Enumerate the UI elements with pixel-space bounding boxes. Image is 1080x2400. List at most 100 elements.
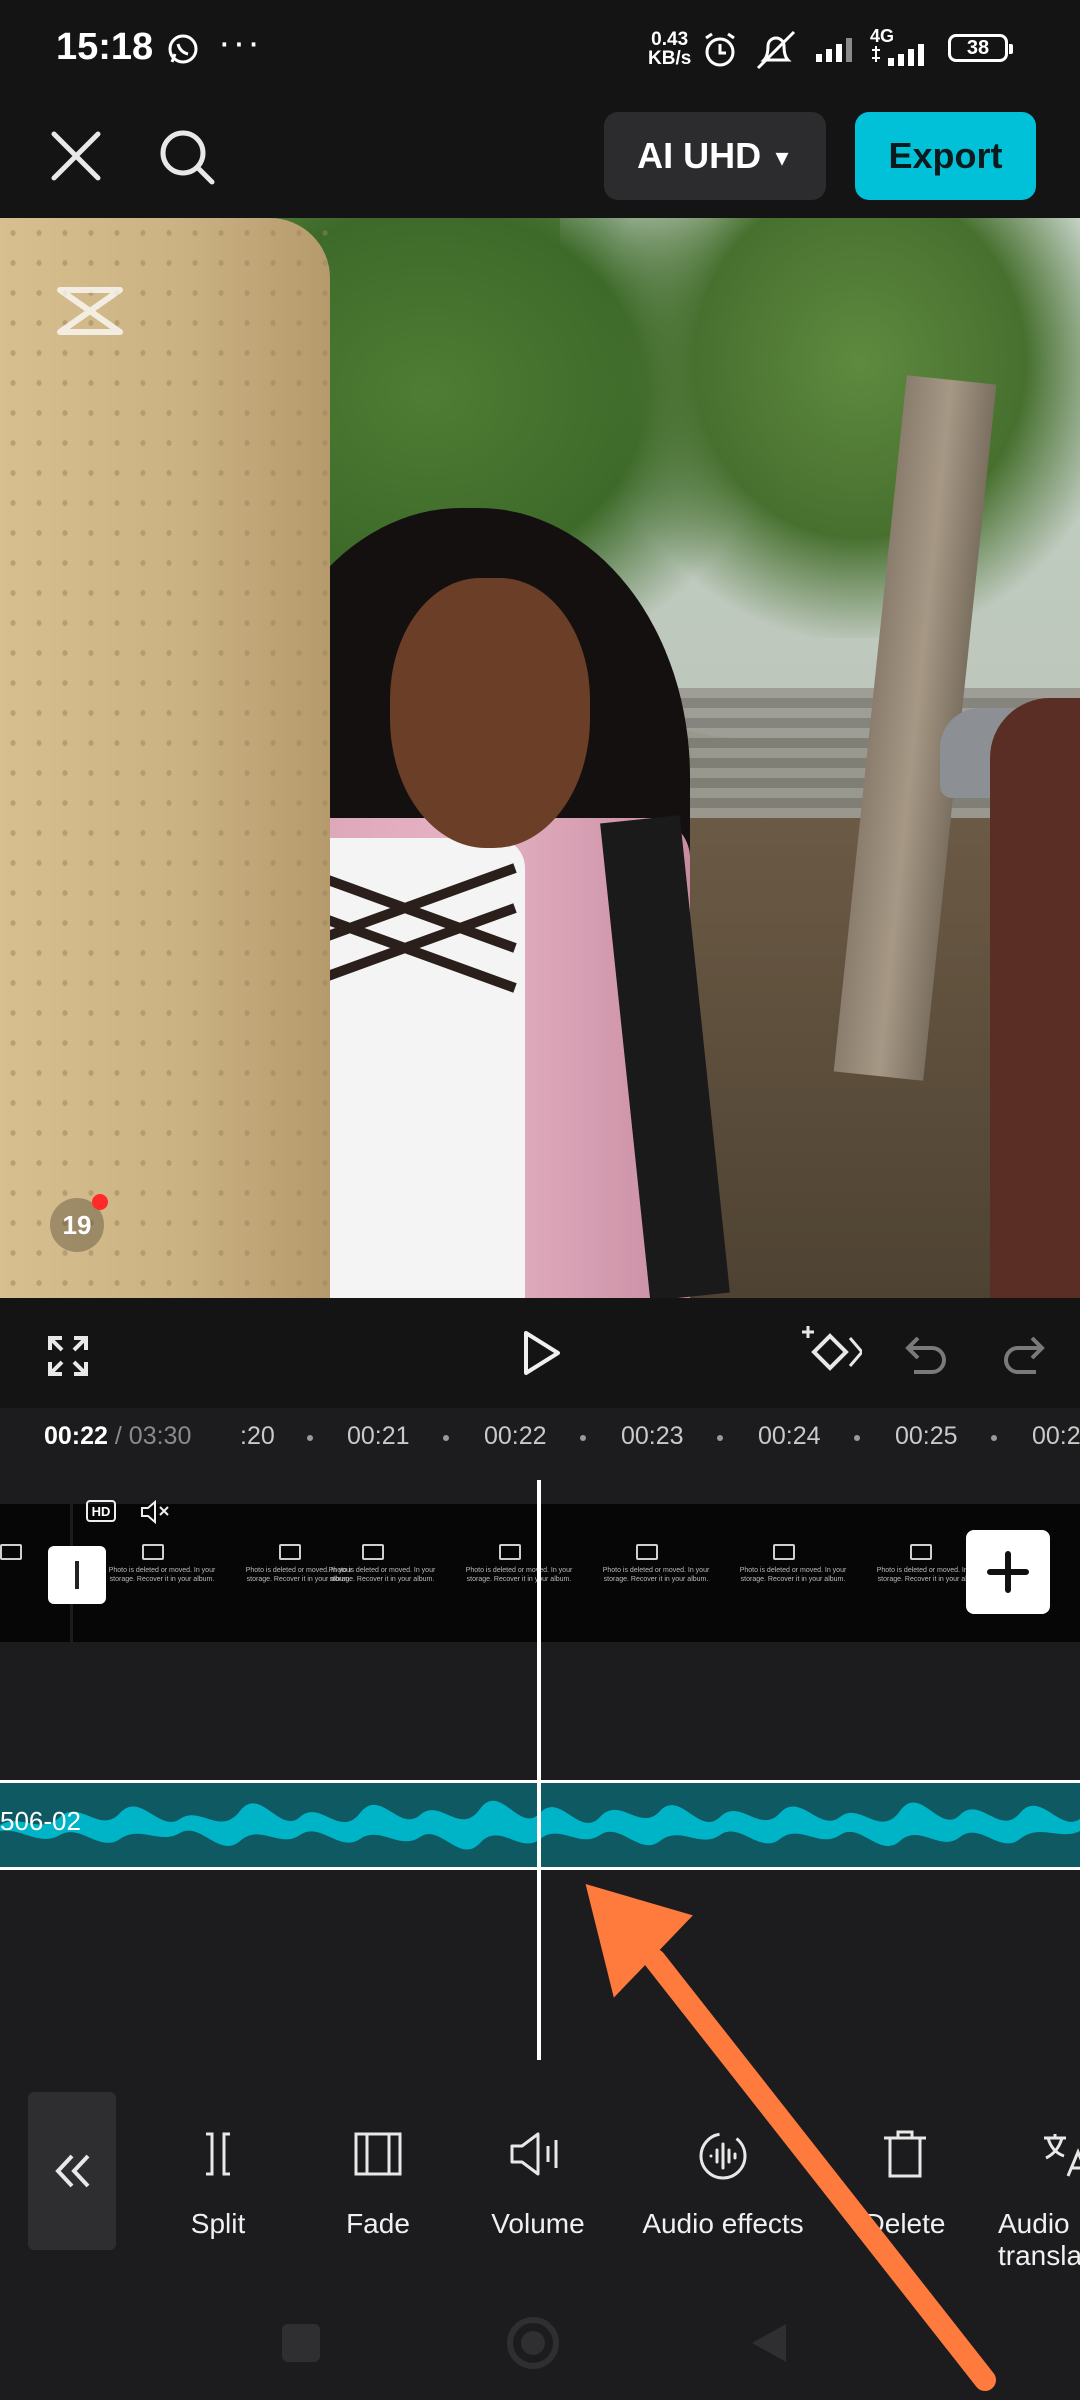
- search-button[interactable]: [152, 122, 222, 192]
- back-button[interactable]: [748, 2320, 790, 2366]
- home-icon: [507, 2317, 559, 2369]
- fullscreen-icon: [48, 1336, 88, 1376]
- back-triangle-icon: [752, 2324, 786, 2362]
- plus-icon: [987, 1551, 1029, 1593]
- notification-dot: [92, 1194, 108, 1210]
- home-button[interactable]: [506, 2316, 560, 2370]
- tool-label: Fade: [346, 2208, 410, 2239]
- redo-button[interactable]: [1000, 1332, 1046, 1381]
- ruler-tick: 00:24: [758, 1422, 821, 1450]
- audio-clip-label: 506-02: [0, 1806, 81, 1836]
- missing-media-icon: [142, 1544, 164, 1560]
- tool-label: Volume: [491, 2208, 585, 2239]
- editor-toolbar: AI UHD ▼ Export: [0, 100, 1080, 218]
- search-icon: [160, 130, 215, 185]
- missing-media-caption: Photo is deleted or moved. In your stora…: [108, 1567, 216, 1583]
- redo-icon: [1004, 1336, 1045, 1374]
- ruler-tick: 00:23: [621, 1422, 684, 1450]
- missing-media-caption: Photo is deleted or moved. In your stora…: [328, 1567, 436, 1583]
- ruler-dot: [854, 1435, 860, 1441]
- capcut-logo-icon: [54, 280, 126, 342]
- missing-media-icon: [636, 1544, 658, 1560]
- signal-strength-icon-1: [814, 34, 860, 67]
- network-speed-value: 0.43: [651, 29, 689, 50]
- hd-badge: HD: [86, 1500, 116, 1522]
- missing-media-icon: [910, 1544, 932, 1560]
- ruler-tick: 00:21: [347, 1422, 410, 1450]
- preview-pillar-texture: [0, 218, 330, 1298]
- video-frame: Photo is deleted or moved. In your stora…: [740, 1544, 846, 1604]
- delete-icon: [884, 2130, 926, 2178]
- more-notifications-icon: ···: [218, 22, 262, 64]
- missing-media-icon: [362, 1544, 384, 1560]
- video-frame: Photo is deleted or moved. In your stora…: [466, 1544, 572, 1604]
- recent-apps-button[interactable]: [282, 2324, 320, 2362]
- audio-effects-icon: [699, 2132, 747, 2180]
- add-clip-button[interactable]: [966, 1530, 1050, 1614]
- system-navigation-bar: [0, 2278, 1080, 2400]
- resolution-dropdown[interactable]: AI UHD ▼: [604, 112, 826, 200]
- status-bar: 15:18 ··· 0.43 KB/s 4G 38: [0, 0, 1080, 100]
- clip-muted-icon: [140, 1499, 172, 1529]
- double-chevron-left-icon: [55, 2154, 90, 2188]
- preview-tree-canopy-right: [600, 218, 1080, 638]
- ruler-tick: 00:22: [484, 1422, 547, 1450]
- keyframe-button[interactable]: [800, 1324, 864, 1385]
- tool-label: Audio translate: [998, 2208, 1080, 2271]
- total-duration: / 03:30: [114, 1422, 192, 1450]
- alarm-icon: [700, 30, 740, 75]
- whatsapp-icon: [166, 32, 200, 71]
- ruler-dot: [307, 1435, 313, 1441]
- video-frame: Photo is deleted or moved. In your stora…: [329, 1544, 435, 1604]
- video-frame: Photo is deleted or moved. In your stora…: [109, 1544, 215, 1604]
- do-not-disturb-icon: [752, 28, 800, 77]
- play-button[interactable]: [518, 1328, 564, 1383]
- playhead[interactable]: [537, 1480, 541, 2060]
- timeline-panel[interactable]: 00:22 / 03:30 :20 00:21 00:22 00:23 00:2…: [0, 1408, 1080, 2078]
- undo-button[interactable]: [904, 1332, 950, 1381]
- missing-media-caption: Photo is deleted or moved. In your stora…: [739, 1567, 847, 1583]
- missing-media-caption: Photo is deleted or moved. In your stora…: [602, 1567, 710, 1583]
- status-time: 15:18: [56, 26, 154, 68]
- ruler-dot: [580, 1435, 586, 1441]
- ruler-tick: :20: [240, 1422, 275, 1450]
- volume-icon: [510, 2132, 558, 2176]
- current-time: 00:22 / 03:30: [44, 1422, 191, 1451]
- video-frame: Photo is deleted or moved. In your stora…: [877, 1544, 983, 1604]
- time-ruler[interactable]: 00:22 / 03:30 :20 00:21 00:22 00:23 00:2…: [0, 1408, 1080, 1468]
- export-button[interactable]: Export: [855, 112, 1036, 200]
- fade-icon: [354, 2132, 402, 2176]
- missing-media-icon: [0, 1544, 22, 1560]
- split-icon: [206, 2132, 230, 2176]
- ruler-dot: [991, 1435, 997, 1441]
- clip-trim-handle[interactable]: [48, 1546, 106, 1604]
- close-icon: [51, 131, 101, 181]
- ruler-dot: [443, 1435, 449, 1441]
- fullscreen-button[interactable]: [46, 1334, 90, 1383]
- audio-tools-bar: Split Fade Volume Audio effects Delete A…: [0, 2078, 1080, 2278]
- current-time-value: 00:22: [44, 1422, 108, 1450]
- play-icon: [524, 1331, 560, 1375]
- collapse-tools-button[interactable]: [28, 2092, 116, 2250]
- tool-label: Audio effects: [642, 2208, 804, 2239]
- network-speed: 0.43 KB/s: [648, 30, 691, 68]
- preview-person-face: [390, 578, 590, 848]
- keyframe-icon: [802, 1326, 864, 1371]
- tool-label: Delete: [864, 2208, 946, 2239]
- close-button[interactable]: [44, 124, 108, 188]
- battery-level: 38: [948, 34, 1013, 62]
- chevron-down-icon: ▼: [771, 145, 793, 171]
- playback-bar: [0, 1298, 1080, 1408]
- missing-media-icon: [773, 1544, 795, 1560]
- ruler-dot: [717, 1435, 723, 1441]
- missing-media-icon: [499, 1544, 521, 1560]
- preview-person-right: [990, 698, 1080, 1298]
- undo-icon: [905, 1336, 946, 1374]
- audio-translate-icon: [1044, 2134, 1080, 2177]
- video-preview[interactable]: 19: [0, 218, 1080, 1298]
- resolution-label: AI UHD: [637, 135, 762, 176]
- missing-media-icon: [279, 1544, 301, 1560]
- signal-strength-icon-2: [870, 44, 932, 71]
- video-frame: [0, 1544, 40, 1604]
- tool-label: Split: [190, 2208, 246, 2239]
